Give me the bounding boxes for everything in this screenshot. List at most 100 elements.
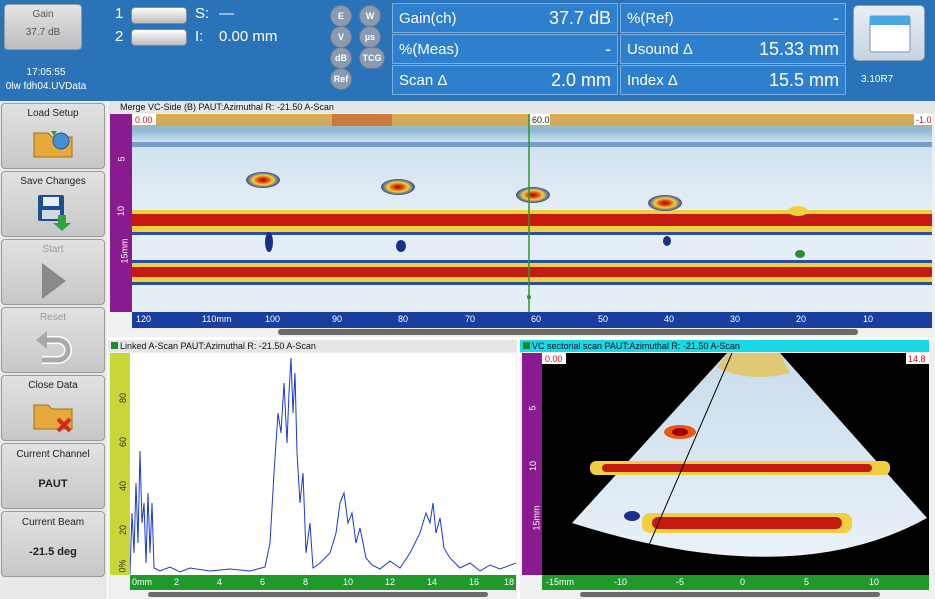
depth-tick: 15mm <box>531 505 542 531</box>
sscan-title: VC sectorial scan PAUT:Azimuthal R: -21.… <box>520 340 929 352</box>
scan-tick: 110mm <box>202 314 232 324</box>
sscan-right-value: 14.8 <box>908 354 926 364</box>
save-disk-icon <box>38 195 71 231</box>
w-mode-button[interactable]: W <box>359 5 381 27</box>
sscan-depth-ruler[interactable]: 5 10 15mm <box>522 353 542 575</box>
ascan-amplitude-ruler[interactable]: 80 60 40 20 0% <box>110 353 130 575</box>
velocity-mode-button[interactable]: V <box>330 26 352 48</box>
sscan-view: VC sectorial scan PAUT:Azimuthal R: -21.… <box>520 340 935 599</box>
echo-mode-button[interactable]: E <box>330 5 352 27</box>
index-tick: 5 <box>804 577 810 587</box>
path-tick: 4 <box>217 577 223 587</box>
window-icon <box>869 15 911 53</box>
current-channel-label: Current Channel <box>16 449 90 460</box>
amp-tick: 40 <box>118 480 129 492</box>
bscan-left-value: 0.00 <box>135 115 153 125</box>
bscan-depth-ruler[interactable]: 5 10 15mm <box>110 114 132 312</box>
path-tick: 14 <box>427 577 438 587</box>
amp-tick: 20 <box>118 524 129 536</box>
ascan-sound-path-ruler[interactable]: 0mm 2 4 6 8 10 12 14 16 18 <box>130 575 516 590</box>
window-menu-button[interactable] <box>853 5 925 61</box>
reading-label: %(Meas) <box>399 40 460 58</box>
path-tick: 10 <box>343 577 354 587</box>
load-setup-label: Load Setup <box>27 108 79 119</box>
ref-mode-button[interactable]: Ref <box>330 68 352 90</box>
bscan-right-value: -1.0 <box>916 115 932 125</box>
cursor-2-number: 2 <box>115 28 124 45</box>
reading-label: Usound Δ <box>627 40 693 58</box>
index-tick: -15mm <box>546 577 575 587</box>
index-tick: -10 <box>614 577 628 587</box>
top-toolbar: Gain 37.7 dB 17:05:55 0lw fdh04.UVData 1… <box>0 0 935 101</box>
ascan-view: Linked A-Scan PAUT:Azimuthal R: -21.50 A… <box>108 340 517 599</box>
current-beam-value: -21.5 deg <box>29 546 77 558</box>
scan-tick: 30 <box>730 314 741 324</box>
depth-tick: 10 <box>116 205 127 217</box>
gain-button[interactable]: Gain 37.7 dB <box>4 4 82 50</box>
scan-tick: 70 <box>465 314 476 324</box>
ascan-waveform[interactable] <box>130 353 516 575</box>
bscan-title: Merge VC-Side (B) PAUT:Azimuthal R: -21.… <box>108 101 935 113</box>
reset-button[interactable]: Reset <box>1 307 105 373</box>
reading-label: Gain(ch) <box>399 9 457 27</box>
reading-usound-delta: Usound Δ 15.33 mm <box>620 34 846 64</box>
bscan-image[interactable]: 0.00 60.0 -1.0 <box>132 114 932 312</box>
save-changes-button[interactable]: Save Changes <box>1 171 105 237</box>
close-folder-icon <box>33 404 73 433</box>
current-beam-panel: Current Beam -21.5 deg <box>1 511 105 577</box>
db-mode-button[interactable]: dB <box>330 47 352 69</box>
reading-value: - <box>605 38 611 59</box>
sscan-scrollbar[interactable] <box>580 592 880 597</box>
path-tick: 2 <box>174 577 180 587</box>
index-tick: 0 <box>740 577 746 587</box>
sscan-index-ruler[interactable]: -15mm -10 -5 0 5 10 <box>542 575 929 590</box>
scan-tick: 40 <box>664 314 675 324</box>
depth-tick: 5 <box>527 405 538 411</box>
reading-gain-ch: Gain(ch) 37.7 dB <box>392 3 618 33</box>
reset-label: Reset <box>39 312 67 323</box>
amp-tick: 60 <box>118 436 129 448</box>
reset-arrow-icon <box>36 331 72 364</box>
microsecond-mode-button[interactable]: µs <box>359 26 381 48</box>
ascan-scrollbar[interactable] <box>148 592 488 597</box>
depth-tick: 15mm <box>119 238 130 264</box>
reading-label: Index Δ <box>627 71 678 89</box>
path-tick: 8 <box>303 577 309 587</box>
path-tick: 6 <box>260 577 266 587</box>
sscan-image[interactable]: 0.00 14.8 <box>542 353 929 575</box>
cursor-1-slider[interactable] <box>131 7 187 24</box>
reading-value: 15.5 mm <box>768 69 839 90</box>
bscan-view: Merge VC-Side (B) PAUT:Azimuthal R: -21.… <box>108 101 935 337</box>
amp-tick: 80 <box>118 392 129 404</box>
data-file-name: 0lw fdh04.UVData <box>5 81 87 92</box>
cursor-2-value: 0.00 mm <box>219 28 278 45</box>
sscan-left-value: 0.00 <box>545 354 563 364</box>
close-data-label: Close Data <box>28 380 78 391</box>
bscan-scan-ruler[interactable]: 120 110mm 100 90 80 70 60 50 40 30 20 10 <box>132 312 932 328</box>
current-channel-value: PAUT <box>38 478 68 490</box>
bscan-cursor-value: 60.0 <box>532 115 550 125</box>
reading-value: 15.33 mm <box>758 38 839 59</box>
tcg-mode-button[interactable]: TCG <box>359 47 385 69</box>
version-label: 3.10R7 <box>861 74 894 85</box>
play-icon <box>42 263 66 299</box>
cursor-2-slider[interactable] <box>131 29 187 46</box>
load-setup-button[interactable]: Load Setup <box>1 103 105 169</box>
ascan-title-text: Linked A-Scan PAUT:Azimuthal R: -21.50 A… <box>120 341 316 351</box>
sscan-title-text: VC sectorial scan PAUT:Azimuthal R: -21.… <box>532 341 740 351</box>
folder-load-icon <box>33 131 73 158</box>
bscan-scrollbar[interactable] <box>278 329 858 335</box>
reading-scan-delta: Scan Δ 2.0 mm <box>392 65 618 95</box>
start-button[interactable]: Start <box>1 239 105 305</box>
depth-tick: 10 <box>528 460 539 472</box>
clock-time: 17:05:55 <box>26 67 66 78</box>
reading-value: - <box>833 7 839 28</box>
close-data-button[interactable]: Close Data <box>1 375 105 441</box>
scan-tick: 50 <box>598 314 609 324</box>
scan-tick: 60 <box>531 314 542 324</box>
cursor-1-value: — <box>219 5 234 22</box>
reading-label: %(Ref) <box>627 9 674 27</box>
reading-value: 2.0 mm <box>550 69 611 90</box>
path-tick: 16 <box>469 577 480 587</box>
reading-index-delta: Index Δ 15.5 mm <box>620 65 846 95</box>
